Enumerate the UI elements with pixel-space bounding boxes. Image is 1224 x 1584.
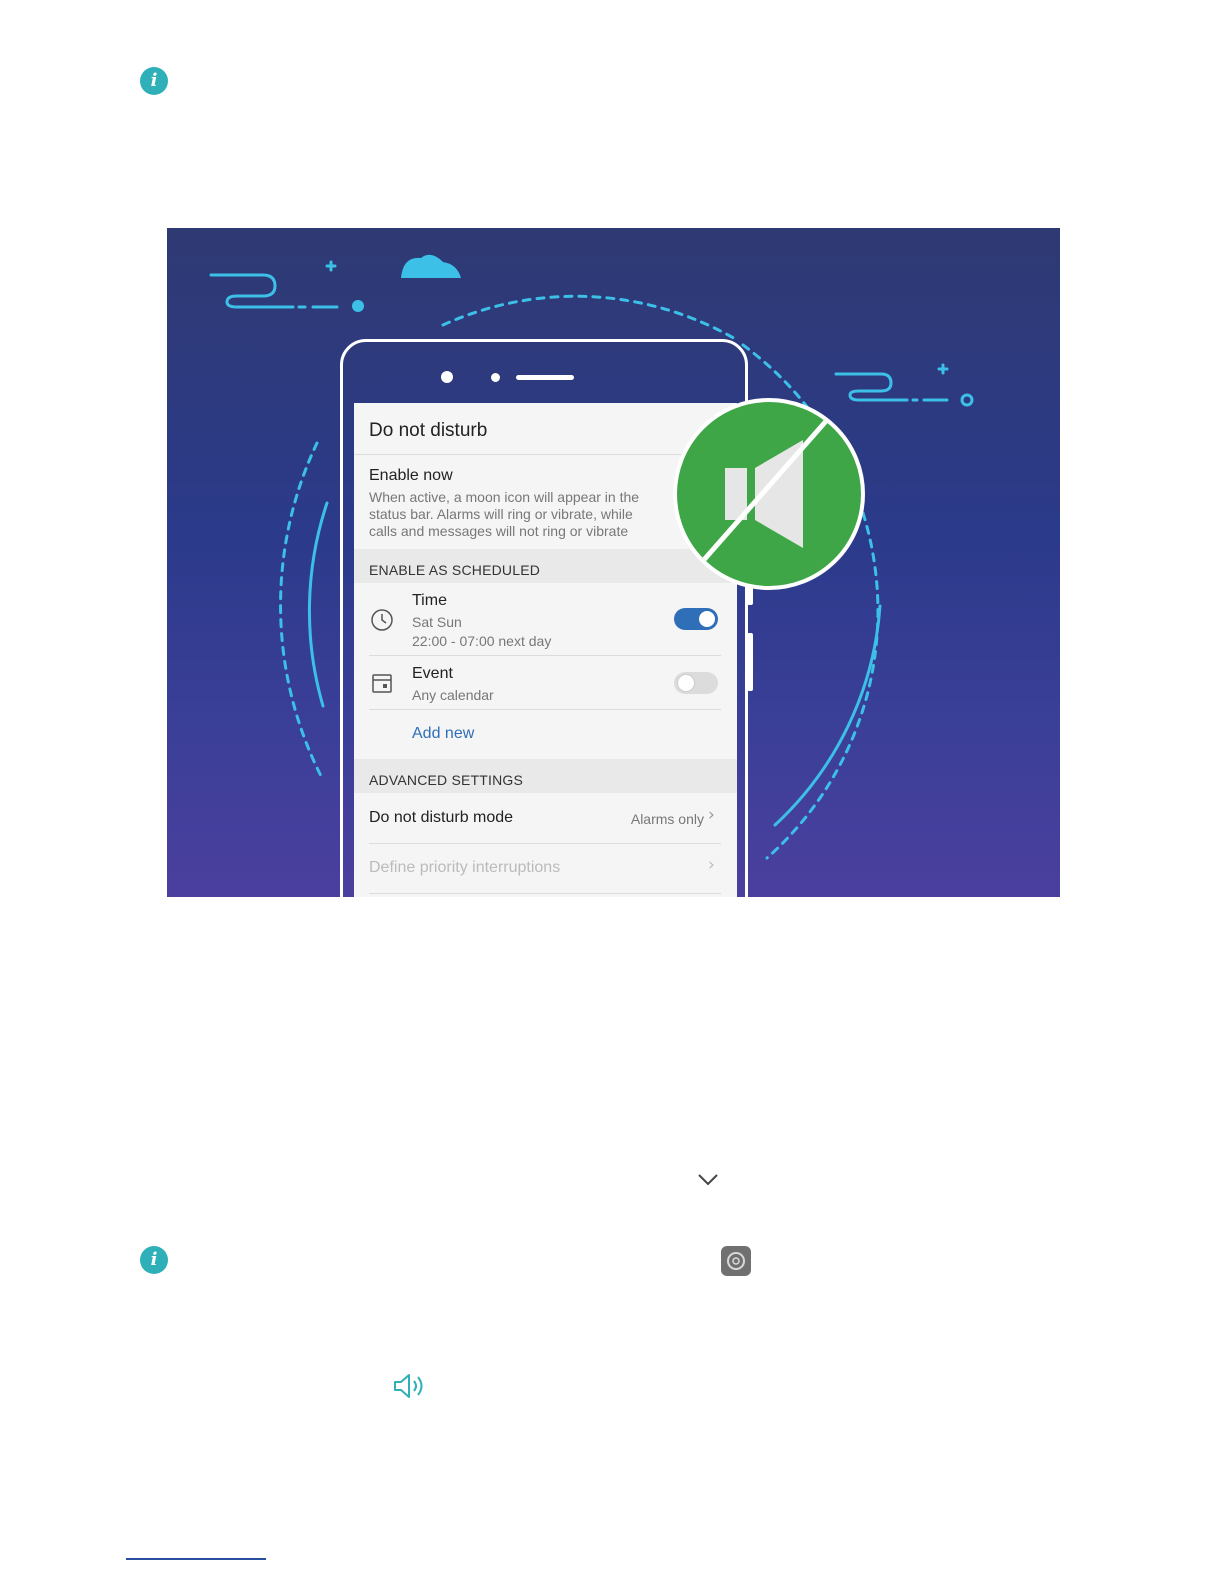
phone-camera — [441, 371, 453, 383]
divider — [369, 893, 721, 894]
info-icon: i — [140, 67, 168, 95]
calendar-icon — [372, 674, 392, 693]
chevron-down-icon — [698, 1174, 718, 1186]
footnote-rule — [126, 1558, 266, 1560]
time-rule-label: Time — [412, 592, 447, 609]
volume-icon — [394, 1374, 423, 1398]
dnd-illustration: Do not disturb Enable now When active, a… — [167, 228, 1060, 897]
chevron-right-icon: › — [708, 855, 715, 875]
toggle-knob — [677, 674, 695, 692]
event-rule-calendar: Any calendar — [412, 687, 494, 703]
info-icon: i — [140, 1246, 168, 1274]
divider — [369, 655, 721, 656]
time-rule-days: Sat Sun — [412, 614, 462, 630]
add-new-link[interactable]: Add new — [412, 725, 612, 743]
event-rule-label: Event — [412, 665, 453, 682]
enable-now-description-line: When active, a moon icon will appear in … — [369, 489, 640, 505]
chevron-right-icon: › — [708, 805, 715, 825]
mute-speaker-glyph — [693, 418, 829, 572]
clock-icon — [371, 609, 393, 631]
section-header-scheduled: ENABLE AS SCHEDULED — [369, 562, 541, 578]
enable-now-description-line: calls and messages will not ring or vibr… — [369, 523, 629, 539]
dnd-mode-value: Alarms only — [630, 811, 704, 827]
event-rule-toggle[interactable] — [674, 672, 718, 694]
enable-now-description-line: status bar. Alarms will ring or vibrate,… — [369, 506, 633, 522]
mute-speaker-icon — [673, 398, 865, 590]
dnd-mode-label: Do not disturb mode — [369, 809, 514, 826]
toggle-knob — [699, 611, 715, 627]
phone-sensor — [491, 373, 500, 382]
time-rule-toggle[interactable] — [674, 608, 718, 630]
phone-speaker — [516, 375, 574, 380]
gear-icon — [727, 1252, 745, 1270]
section-header-advanced: ADVANCED SETTINGS — [369, 772, 524, 788]
settings-app-icon — [721, 1246, 751, 1276]
enable-now-label: Enable now — [369, 467, 453, 484]
priority-label: Define priority interruptions — [369, 859, 561, 876]
time-rule-hours: 22:00 - 07:00 next day — [412, 633, 552, 649]
page-title: Do not disturb — [369, 420, 488, 441]
divider — [369, 709, 721, 710]
phone-side-button — [747, 633, 753, 691]
divider — [369, 843, 721, 844]
